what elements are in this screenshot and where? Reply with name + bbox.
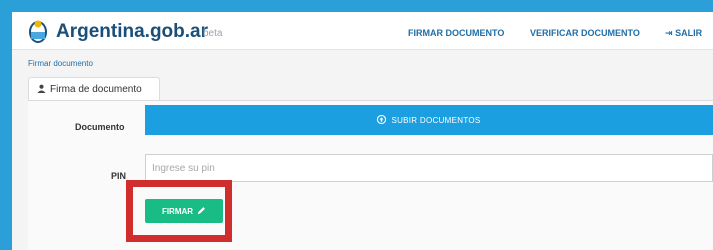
user-icon	[37, 84, 46, 96]
firmar-button-label: FIRMAR	[161, 206, 194, 216]
upload-button-label: SUBIR DOCUMENTOS	[391, 115, 481, 125]
tab-label: Firma de documento	[50, 84, 142, 95]
app-window: Argentina.gob.ar beta FIRMAR DOCUMENTO V…	[12, 12, 713, 250]
nav-verificar-documento[interactable]: VERIFICAR DOCUMENTO	[530, 28, 640, 38]
pin-input[interactable]	[145, 154, 713, 182]
sign-out-icon: ⇥	[665, 28, 673, 38]
upload-documents-button[interactable]: SUBIR DOCUMENTOS	[145, 105, 713, 135]
pencil-icon	[197, 206, 206, 217]
breadcrumb[interactable]: Firmar documento	[28, 59, 93, 68]
tab-firma-de-documento[interactable]: Firma de documento	[28, 77, 160, 101]
firmar-button[interactable]: FIRMAR	[145, 199, 223, 223]
nav-salir-label: SALIR	[675, 28, 703, 38]
document-label: Documento	[75, 122, 125, 132]
brand-name[interactable]: Argentina.gob.ar	[56, 21, 208, 43]
upload-circle-icon	[377, 114, 387, 126]
top-navbar: Argentina.gob.ar beta FIRMAR DOCUMENTO V…	[12, 12, 713, 50]
nav-firmar-documento[interactable]: FIRMAR DOCUMENTO	[408, 28, 504, 38]
pin-label: PIN	[111, 171, 127, 181]
beta-tag: beta	[203, 28, 223, 39]
argentina-seal-icon[interactable]	[26, 18, 50, 44]
nav-salir[interactable]: ⇥ SALIR	[665, 28, 702, 39]
